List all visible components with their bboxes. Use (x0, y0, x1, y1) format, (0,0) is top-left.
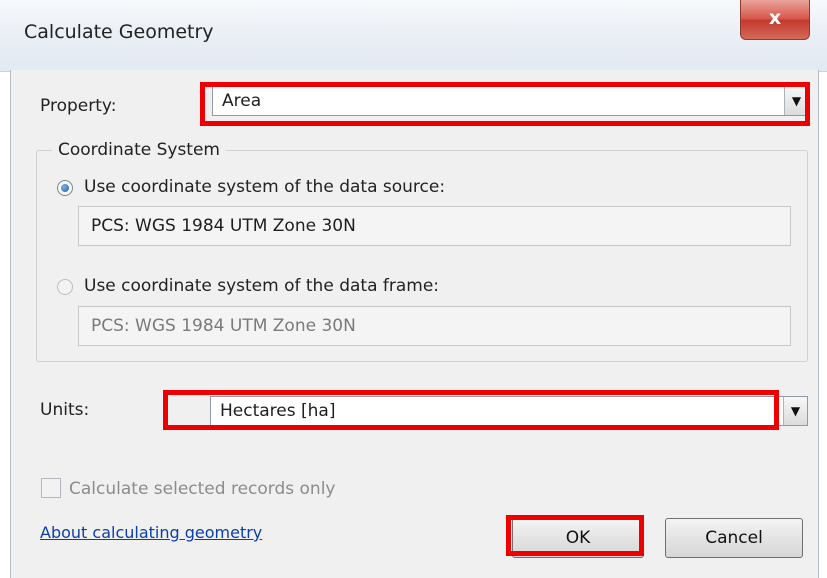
dropdown-arrow-icon[interactable]: ▼ (784, 87, 808, 115)
data-frame-label[interactable]: Use coordinate system of the data frame: (84, 276, 439, 296)
about-calculating-geometry-link[interactable]: About calculating geometry (40, 523, 262, 542)
coordinate-system-title: Coordinate System (52, 140, 226, 160)
ok-button[interactable]: OK (512, 518, 644, 558)
property-label: Property: (40, 96, 117, 116)
units-label: Units: (40, 400, 90, 420)
units-value: Hectares [ha] (220, 401, 336, 421)
title-bar: Calculate Geometry x (0, 0, 827, 72)
property-value: Area (222, 91, 262, 111)
data-frame-radio[interactable] (57, 279, 73, 295)
dropdown-arrow-icon[interactable]: ▼ (783, 397, 807, 425)
close-icon: x (768, 7, 782, 29)
data-frame-coordinate-field: PCS: WGS 1984 UTM Zone 30N (78, 306, 791, 346)
data-source-coordinate-value: PCS: WGS 1984 UTM Zone 30N (91, 216, 356, 236)
data-source-coordinate-field: PCS: WGS 1984 UTM Zone 30N (78, 206, 791, 246)
property-dropdown[interactable]: Area ▼ (212, 86, 809, 116)
ok-label: OK (565, 528, 591, 548)
cancel-label: Cancel (705, 528, 763, 548)
data-source-radio[interactable] (57, 180, 73, 196)
selected-only-label[interactable]: Calculate selected records only (69, 479, 336, 499)
data-source-label[interactable]: Use coordinate system of the data source… (84, 177, 445, 197)
cancel-button[interactable]: Cancel (665, 518, 803, 558)
close-button[interactable]: x (740, 0, 810, 40)
units-dropdown[interactable]: Hectares [ha] ▼ (210, 396, 808, 426)
window-title: Calculate Geometry (24, 21, 214, 43)
data-frame-coordinate-value: PCS: WGS 1984 UTM Zone 30N (91, 316, 356, 336)
selected-only-checkbox[interactable] (41, 478, 61, 498)
